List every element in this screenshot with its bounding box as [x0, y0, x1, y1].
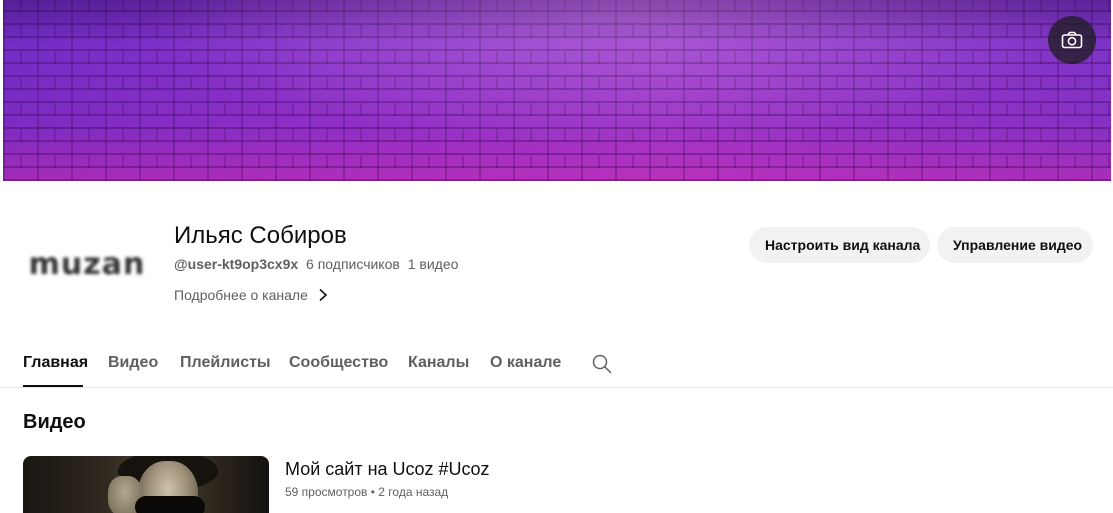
video-age: 2 года назад [378, 485, 449, 499]
meta-separator: • [370, 485, 375, 499]
channel-meta: @user-kt9op3cx9x 6 подписчиков 1 видео [174, 256, 462, 272]
videos-section-title: Видео [23, 411, 86, 433]
channel-tabs: Главная Видео Плейлисты Сообщество Канал… [0, 340, 1113, 388]
channel-handle: @user-kt9op3cx9x [174, 256, 299, 272]
video-views: 59 просмотров [285, 485, 368, 499]
tab-playlists[interactable]: Плейлисты [180, 354, 271, 372]
video-count: 1 видео [407, 256, 459, 272]
tab-community[interactable]: Сообщество [289, 354, 388, 372]
banner-shine [3, 0, 1111, 181]
search-icon [592, 354, 612, 374]
channel-avatar[interactable]: muzan [23, 214, 151, 314]
avatar-logo-text: muzan [28, 246, 146, 282]
tab-channels[interactable]: Каналы [408, 354, 469, 372]
tab-about[interactable]: О канале [490, 354, 561, 372]
video-title[interactable]: Мой сайт на Ucoz #Ucoz [285, 459, 490, 480]
subscriber-count: 6 подписчиков [306, 256, 400, 272]
channel-page: muzan Ильяс Собиров @user-kt9op3cx9x 6 п… [0, 0, 1113, 513]
tab-home[interactable]: Главная [23, 354, 88, 372]
channel-about-label: Подробнее о канале [174, 287, 308, 303]
camera-icon [1061, 31, 1083, 49]
customize-channel-button[interactable]: Настроить вид канала [749, 227, 930, 263]
video-meta: 59 просмотров • 2 года назад [285, 485, 448, 499]
channel-banner [3, 0, 1111, 181]
manage-videos-button[interactable]: Управление видео [937, 227, 1093, 263]
tab-videos[interactable]: Видео [108, 354, 158, 372]
edit-banner-button[interactable] [1048, 16, 1096, 64]
video-thumbnail[interactable] [23, 456, 269, 513]
channel-search-button[interactable] [590, 352, 614, 376]
chevron-right-icon [319, 288, 328, 302]
thumbnail-glasses [135, 496, 205, 513]
channel-about-link[interactable]: Подробнее о канале [174, 287, 328, 303]
active-tab-indicator [23, 385, 83, 387]
channel-name: Ильяс Собиров [174, 222, 347, 249]
